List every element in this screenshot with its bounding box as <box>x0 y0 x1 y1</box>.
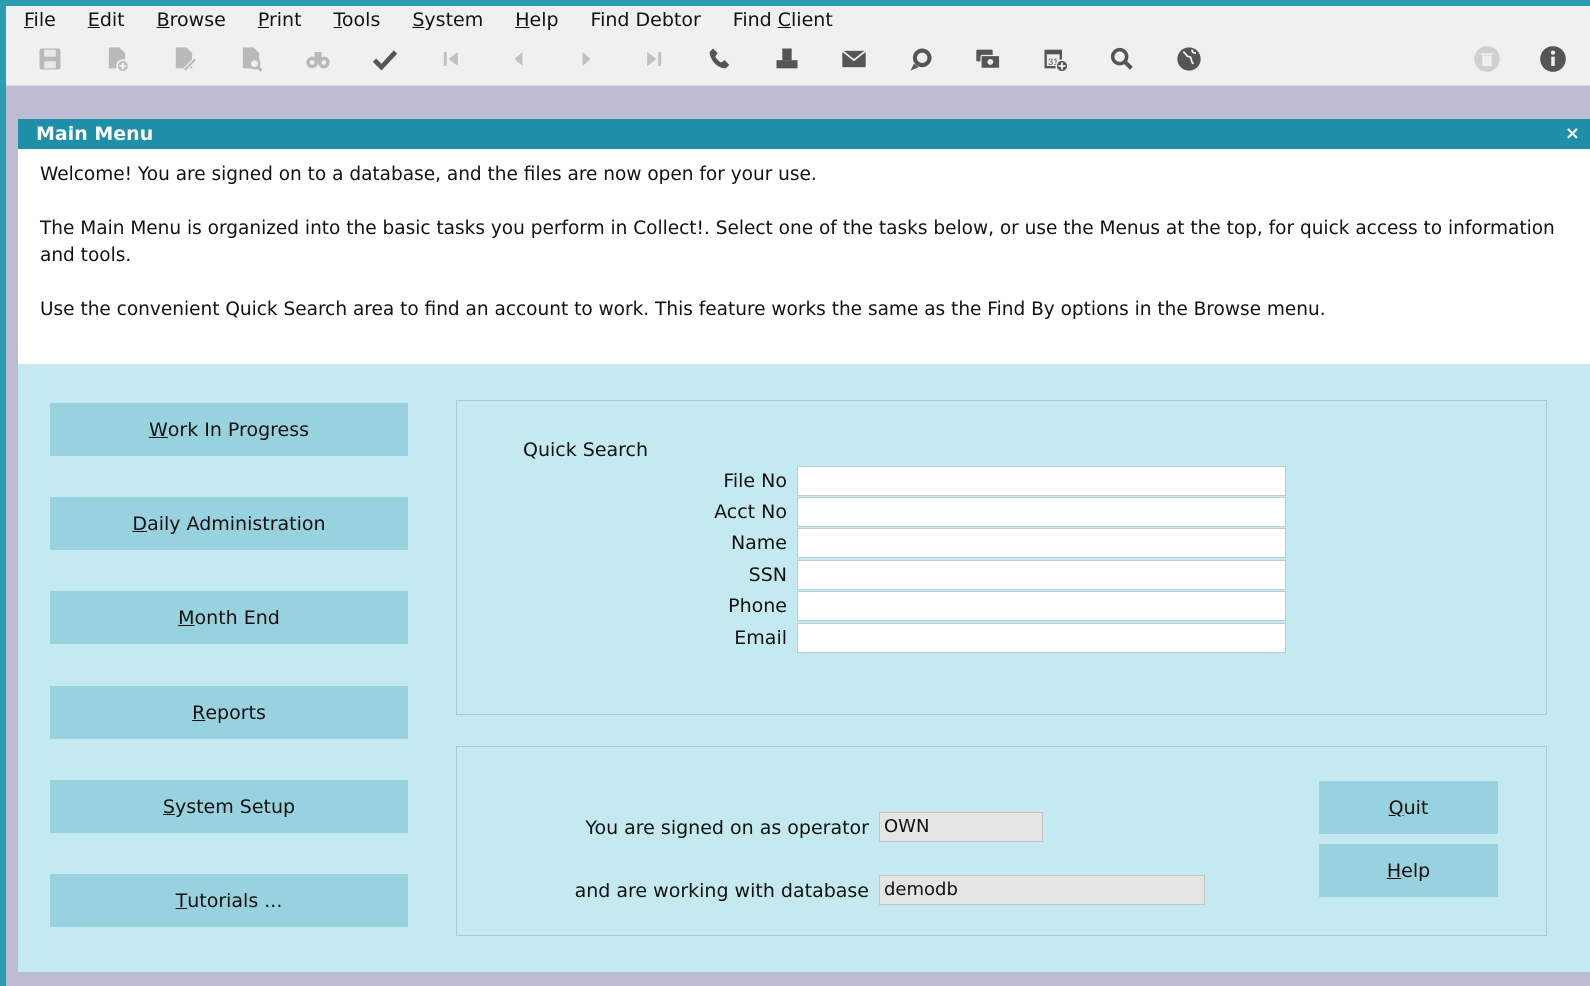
menu-tools[interactable]: Tools <box>316 9 395 31</box>
menu-edit[interactable]: Edit <box>70 9 139 31</box>
reports-button[interactable]: Reports <box>50 686 408 739</box>
menu-find-client[interactable]: Find Client <box>715 9 847 31</box>
print-icon[interactable] <box>770 42 804 76</box>
acct-no-input[interactable] <box>797 497 1286 527</box>
save-icon[interactable] <box>33 42 67 76</box>
globe-icon[interactable] <box>1172 42 1206 76</box>
toolbar: 31 <box>6 34 1590 86</box>
daily-administration-button[interactable]: Daily Administration <box>50 497 408 550</box>
operator-label: You are signed on as operator <box>585 817 869 839</box>
quick-search-title: Quick Search <box>523 439 649 461</box>
tutorials-button[interactable]: Tutorials ... <box>50 874 408 927</box>
search-icon[interactable] <box>1105 42 1139 76</box>
email-label: Email <box>734 627 787 649</box>
phone-icon[interactable] <box>703 42 737 76</box>
menu-print[interactable]: Print <box>240 9 316 31</box>
ssn-label: SSN <box>748 564 787 586</box>
previous-record-icon[interactable] <box>502 42 536 76</box>
info-icon[interactable] <box>1536 42 1570 76</box>
window-title: Main Menu <box>36 123 154 145</box>
email-icon[interactable] <box>837 42 871 76</box>
new-record-icon[interactable] <box>100 42 134 76</box>
database-label: and are working with database <box>574 880 869 902</box>
system-setup-button[interactable]: System Setup <box>50 780 408 833</box>
signon-panel: You are signed on as operator OWN and ar… <box>456 746 1547 936</box>
acct-no-label: Acct No <box>714 501 787 523</box>
work-in-progress-button[interactable]: Work In Progress <box>50 403 408 456</box>
edit-record-icon[interactable] <box>167 42 201 76</box>
last-record-icon[interactable] <box>636 42 670 76</box>
file-no-input[interactable] <box>797 466 1286 496</box>
quit-button[interactable]: Quit <box>1319 781 1498 834</box>
menu-find-debtor[interactable]: Find Debtor <box>573 9 715 31</box>
main-menu-window: Main Menu × Welcome! You are signed on t… <box>18 119 1590 972</box>
calendar-add-icon[interactable]: 31 <box>1038 42 1072 76</box>
quick-search-panel: Quick Search File No Acct No Name SSN Ph… <box>456 400 1547 715</box>
menu-browse[interactable]: Browse <box>139 9 240 31</box>
name-label: Name <box>730 532 787 554</box>
menu-help[interactable]: Help <box>497 9 572 31</box>
intro-text: Welcome! You are signed on to a database… <box>18 149 1590 364</box>
window-titlebar: Main Menu × <box>18 119 1590 149</box>
payment-icon[interactable] <box>971 42 1005 76</box>
phone-label: Phone <box>728 595 787 617</box>
email-input[interactable] <box>797 623 1286 653</box>
checkmark-icon[interactable] <box>368 42 402 76</box>
close-button[interactable]: × <box>1565 123 1580 144</box>
chat-icon[interactable] <box>904 42 938 76</box>
first-record-icon[interactable] <box>435 42 469 76</box>
phone-input[interactable] <box>797 591 1286 621</box>
intro-paragraph-1: Welcome! You are signed on to a database… <box>40 164 817 185</box>
file-no-label: File No <box>723 470 787 492</box>
month-end-button[interactable]: Month End <box>50 591 408 644</box>
delete-icon[interactable] <box>1470 42 1504 76</box>
menubar: File Edit Browse Print Tools System Help… <box>6 6 1590 34</box>
menu-system[interactable]: System <box>394 9 497 31</box>
intro-paragraph-2: The Main Menu is organized into the basi… <box>40 218 1555 266</box>
database-field: demodb <box>879 875 1205 905</box>
preview-icon[interactable] <box>234 42 268 76</box>
find-icon[interactable] <box>301 42 335 76</box>
next-record-icon[interactable] <box>569 42 603 76</box>
menu-file[interactable]: File <box>6 9 70 31</box>
help-button[interactable]: Help <box>1319 844 1498 897</box>
name-input[interactable] <box>797 528 1286 558</box>
ssn-input[interactable] <box>797 560 1286 590</box>
intro-paragraph-3: Use the convenient Quick Search area to … <box>40 299 1326 320</box>
operator-field: OWN <box>879 812 1043 842</box>
